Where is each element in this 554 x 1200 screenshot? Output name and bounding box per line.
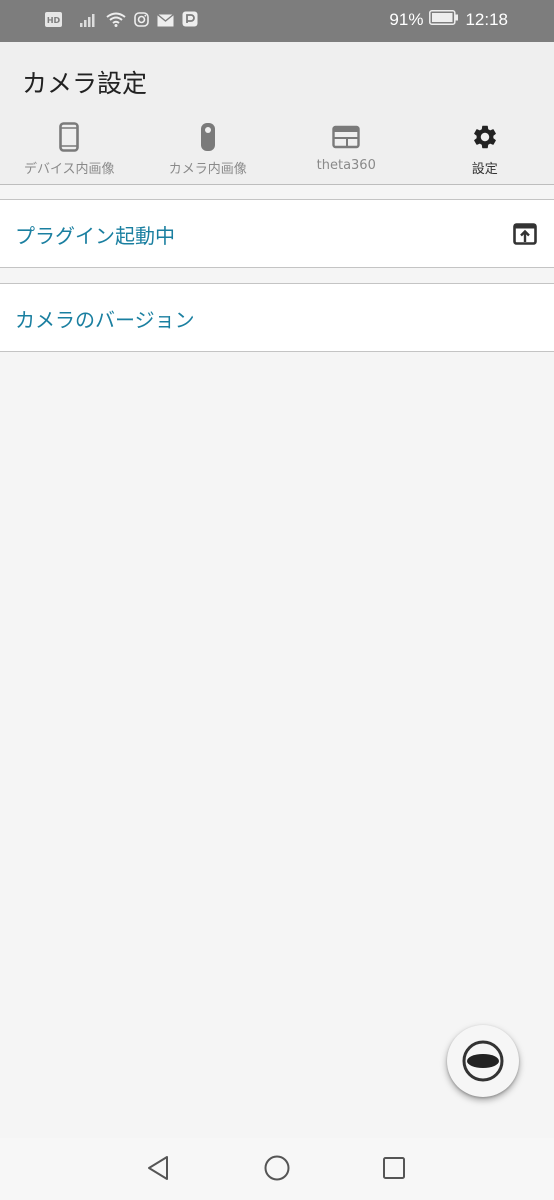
tab-settings[interactable]: 設定 — [416, 122, 554, 177]
theta-fab-button[interactable] — [447, 1025, 519, 1097]
recents-square-icon[interactable] — [383, 1157, 405, 1183]
battery-percent: 91% — [389, 10, 424, 29]
tab-bar: デバイス内画像 カメラ内画像 theta360 設定 — [0, 122, 554, 177]
tab-camera-images[interactable]: カメラ内画像 — [139, 122, 278, 177]
phone-icon — [59, 122, 80, 152]
camera-version-item[interactable]: カメラのバージョン — [0, 283, 554, 352]
web-window-icon — [332, 122, 360, 152]
hd-icon: HD — [45, 11, 62, 31]
tab-label: theta360 — [316, 158, 376, 173]
app-header: カメラ設定 デバイス内画像 カメラ内画像 theta360 設定 — [0, 42, 554, 185]
hd-label: HD — [47, 16, 61, 25]
page-title: カメラ設定 — [22, 69, 148, 98]
tab-label: デバイス内画像 — [23, 162, 115, 177]
gear-icon — [471, 122, 499, 152]
tab-label: カメラ内画像 — [168, 162, 247, 177]
camera-version-label: カメラのバージョン — [15, 308, 195, 332]
wifi-icon — [106, 11, 126, 31]
system-nav-bar — [0, 1138, 554, 1200]
signal-icon — [80, 12, 98, 31]
app-screen: HD 91% 12:18 カメラ設定 デバイス内画像 カメラ内画像 theta3… — [0, 0, 554, 1200]
mail-icon — [157, 12, 174, 31]
back-triangle-icon[interactable] — [146, 1155, 170, 1185]
tab-theta360[interactable]: theta360 — [277, 122, 416, 177]
status-right: 91% 12:18 — [389, 10, 508, 30]
theta-lens-icon — [462, 1040, 504, 1082]
camera-icon — [200, 122, 216, 152]
clock: 12:18 — [465, 10, 508, 29]
tab-device-images[interactable]: デバイス内画像 — [0, 122, 139, 177]
open-in-new-icon[interactable] — [513, 222, 537, 250]
instagram-icon — [134, 11, 149, 31]
battery-icon — [429, 10, 459, 30]
home-circle-icon[interactable] — [264, 1155, 290, 1185]
tab-label: 設定 — [471, 162, 498, 177]
plugin-running-item[interactable]: プラグイン起動中 — [0, 199, 554, 268]
status-bar: HD 91% 12:18 — [0, 0, 554, 42]
paypay-icon — [182, 11, 198, 31]
plugin-running-label: プラグイン起動中 — [15, 224, 175, 248]
status-left-icons: HD — [45, 11, 198, 31]
